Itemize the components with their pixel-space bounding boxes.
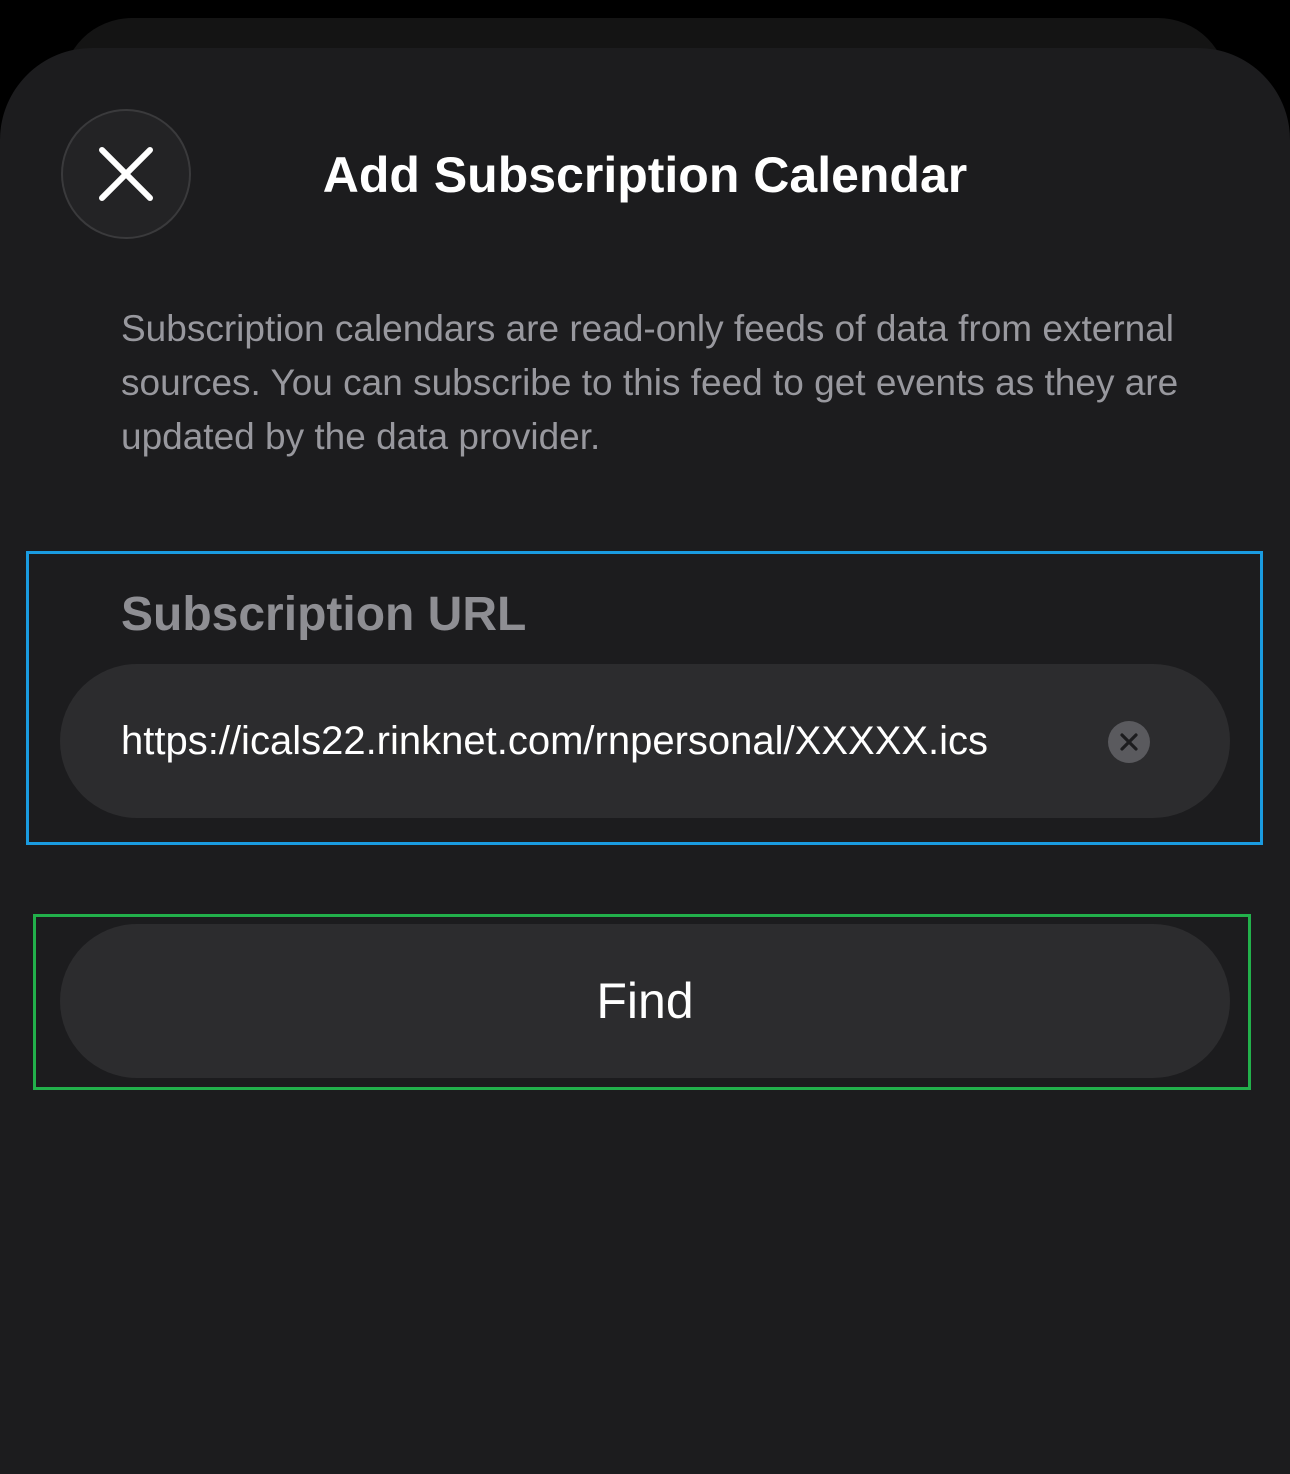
subscription-url-value[interactable]: https://icals22.rinknet.com/rnpersonal/X… (121, 712, 1081, 770)
page-title: Add Subscription Calendar (322, 147, 968, 203)
clear-circle-x-icon (1120, 733, 1138, 751)
screen: Add Subscription Calendar Subscription c… (0, 0, 1290, 1474)
subscription-url-field[interactable]: https://icals22.rinknet.com/rnpersonal/X… (60, 664, 1230, 818)
description-text: Subscription calendars are read-only fee… (121, 308, 1179, 457)
clear-url-button[interactable] (1108, 721, 1150, 763)
find-button[interactable]: Find (60, 924, 1230, 1078)
subscription-url-label: Subscription URL (121, 588, 527, 641)
